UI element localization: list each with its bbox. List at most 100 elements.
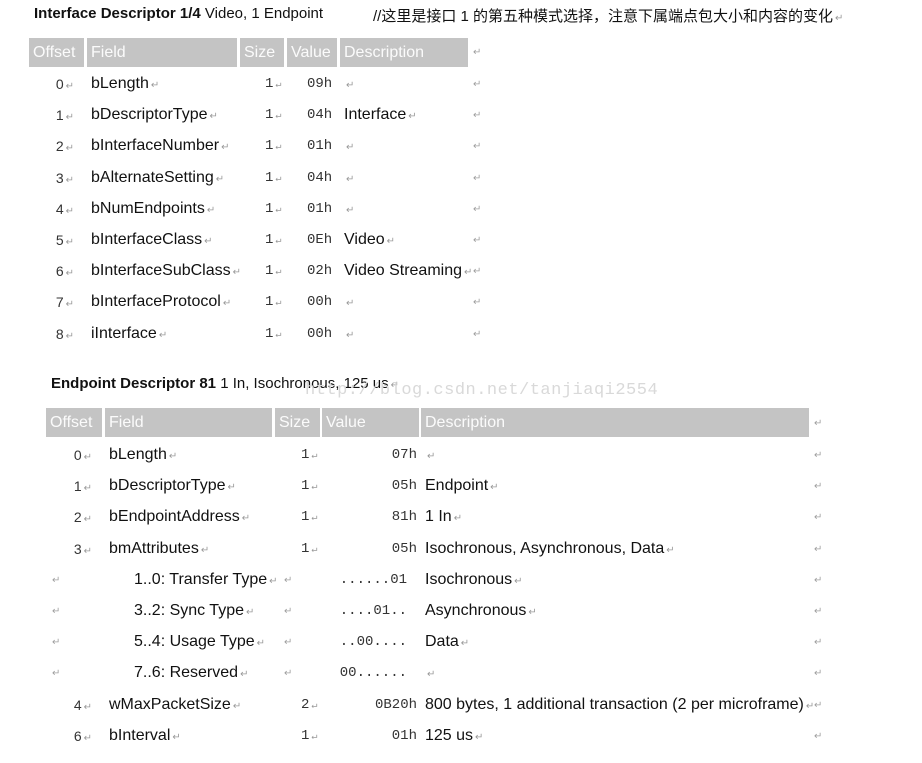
size-cell: 1 ↵ [301,447,318,463]
field-cell: 3..2: Sync Type ↵ [134,602,255,619]
paragraph-mark-icon: ↵ [52,668,61,680]
description-cell: ↵ [344,136,354,158]
description-cell: 800 bytes, 1 additional transaction (2 p… [425,695,815,713]
paragraph-mark-icon: ↵ [65,81,74,92]
paragraph-mark-icon: ↵ [83,545,92,557]
paragraph-mark-icon: ↵ [473,203,482,215]
offset-cell: 6 ↵ [55,263,74,280]
paragraph-mark-icon: ↵ [275,236,282,247]
paragraph-mark-icon: ↵ [275,142,282,154]
paragraph-mark-icon: ↵ [311,513,318,525]
paragraph-mark-icon: ↵ [83,701,92,713]
header-label: Size [244,44,276,61]
paragraph-mark-icon: ↵ [311,482,318,494]
endpoint-header-description: Description [421,408,809,437]
value-cell: 04h [307,107,333,124]
field-cell: bInterval ↵ [109,726,181,744]
description-cell: Video ↵ [344,231,396,248]
paragraph-mark-icon: ↵ [275,267,282,279]
value-cell: ....01.. [339,603,407,619]
header-label: Offset [50,414,93,431]
description-cell: ↵ [425,663,435,685]
paragraph-mark-icon: ↵ [83,483,92,495]
field-cell: 1..0: Transfer Type ↵ [134,570,278,588]
paragraph-mark-icon: ↵ [65,143,74,155]
paragraph-mark-icon: ↵ [814,418,823,429]
paragraph-mark-icon: ↵ [427,451,436,462]
interface-header-value: Value [287,38,337,67]
paragraph-mark-icon: ↵ [346,80,355,91]
paragraph-mark-icon: ↵ [284,606,293,617]
field-cell: bLength ↵ [91,75,160,92]
offset-cell: 0 ↵ [73,447,92,463]
size-cell: 1 ↵ [265,325,282,342]
paragraph-mark-icon: ↵ [346,329,355,341]
paragraph-mark-icon: ↵ [52,637,61,649]
description-cell: Isochronous ↵ [425,570,523,588]
paragraph-mark-icon: ↵ [814,543,823,555]
paragraph-mark-icon: ↵ [386,236,396,247]
paragraph-mark-icon: ↵ [473,172,482,184]
header-label: Size [279,414,311,431]
paragraph-mark-icon: ↵ [311,544,318,556]
value-cell: 01h [307,138,333,155]
paragraph-mark-icon: ↵ [158,329,168,341]
paragraph-mark-icon: ↵ [172,731,181,743]
paragraph-mark-icon: ↵ [427,669,436,681]
paragraph-mark-icon: ↵ [346,173,355,185]
paragraph-mark-icon: ↵ [814,574,823,586]
paragraph-mark-icon: ↵ [65,174,74,186]
value-cell: 02h [307,263,333,280]
offset-cell: 5 ↵ [55,232,74,248]
offset-cell: 0 ↵ [55,76,74,92]
description-cell: Data ↵ [425,633,470,651]
offset-cell: 3 ↵ [73,540,92,557]
paragraph-mark-icon: ↵ [814,730,823,742]
paragraph-mark-icon: ↵ [200,544,210,556]
paragraph-mark-icon: ↵ [835,13,844,24]
endpoint-header-offset: Offset [46,408,102,437]
paragraph-mark-icon: ↵ [311,731,318,743]
value-cell: ..00.... [339,634,407,651]
field-cell: bInterfaceClass ↵ [91,231,213,248]
paragraph-mark-icon: ↵ [209,111,218,123]
paragraph-mark-icon: ↵ [65,205,74,217]
field-cell: 7..6: Reserved ↵ [134,664,249,682]
field-cell: bAlternateSetting ↵ [91,168,225,186]
author-comment: //这里是接口 1 的第五种模式选择，注意下属端点包大小和内容的变化 ↵ [373,5,843,26]
paragraph-mark-icon: ↵ [473,47,482,58]
paragraph-mark-icon: ↵ [408,111,417,123]
value-cell: 0Eh [307,232,333,248]
endpoint-header-value: Value [322,408,419,437]
comment-text: //这里是接口 1 的第五种模式选择，注意下属端点包大小和内容的变化 [373,8,834,25]
size-cell: 1 ↵ [265,107,282,124]
paragraph-mark-icon: ↵ [814,699,823,711]
description-cell: Isochronous, Asynchronous, Data ↵ [425,539,675,557]
size-cell: 1 ↵ [301,478,318,495]
description-cell: 1 In ↵ [425,508,463,526]
interface-header-offset: Offset [29,38,84,67]
interface-header-description: Description [340,38,468,67]
field-cell: iInterface ↵ [91,324,168,342]
paragraph-mark-icon: ↵ [232,700,242,712]
interface-descriptor-title: Interface Descriptor 1/4 Video, 1 Endpoi… [34,5,323,22]
value-cell: 00h [307,325,333,342]
header-label: Field [109,414,144,431]
paragraph-mark-icon: ↵ [528,607,537,618]
paragraph-mark-icon: ↵ [346,142,355,154]
interface-title-bold: Interface Descriptor 1/4 [34,5,201,22]
paragraph-mark-icon: ↵ [52,606,61,617]
paragraph-mark-icon: ↵ [460,638,470,650]
size-cell: 2 ↵ [301,696,318,713]
paragraph-mark-icon: ↵ [275,80,282,91]
description-cell: ↵ [344,292,354,314]
paragraph-mark-icon: ↵ [514,575,523,587]
paragraph-mark-icon: ↵ [65,268,74,280]
paragraph-mark-icon: ↵ [246,607,255,618]
paragraph-mark-icon: ↵ [311,700,318,712]
offset-cell: 8 ↵ [55,325,74,342]
value-cell: 05h [391,478,417,495]
paragraph-mark-icon: ↵ [814,668,823,680]
paragraph-mark-icon: ↵ [83,732,92,744]
paragraph-mark-icon: ↵ [284,637,293,649]
